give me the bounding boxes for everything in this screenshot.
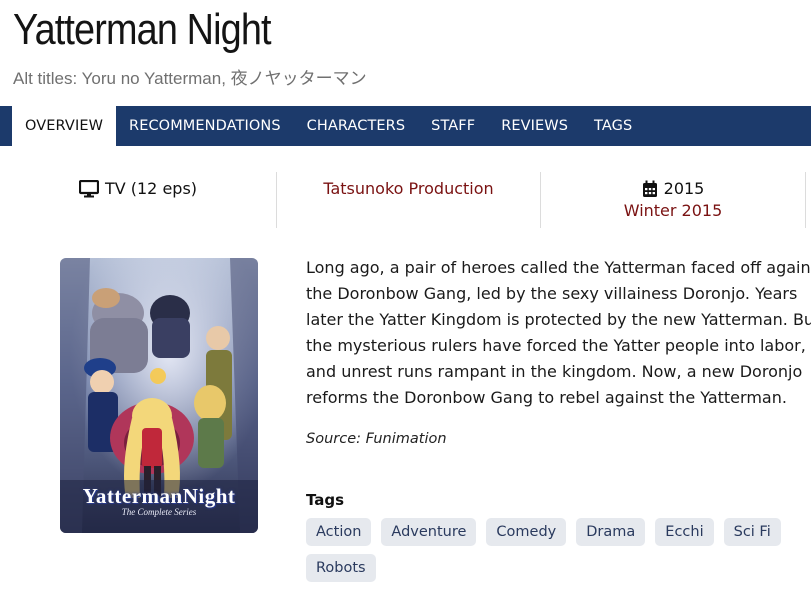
- divider: [805, 172, 806, 228]
- studio-cell: Tatsunoko Production: [277, 172, 540, 228]
- synopsis-line: the Doronbow Gang, led by the sexy villa…: [306, 284, 798, 303]
- tab-reviews[interactable]: REVIEWS: [488, 106, 581, 146]
- format-text: TV (12 eps): [104, 179, 198, 198]
- calendar-icon: [642, 180, 658, 198]
- date-cell: 2015 Winter 2015: [541, 172, 805, 228]
- tab-staff[interactable]: STAFF: [418, 106, 488, 146]
- season-link[interactable]: Winter 2015: [624, 200, 723, 222]
- tag-action[interactable]: Action: [306, 518, 372, 546]
- tag-robots[interactable]: Robots: [306, 554, 376, 582]
- synopsis-source: Source: Funimation: [306, 431, 447, 447]
- tag-ecchi[interactable]: Ecchi: [655, 518, 714, 546]
- synopsis-line: reforms the Doronbow Gang to rebel again…: [306, 388, 787, 407]
- tag-drama[interactable]: Drama: [576, 518, 646, 546]
- alt-titles: Alt titles: Yoru no Yatterman, 夜ノヤッターマン: [13, 69, 367, 88]
- tab-tags[interactable]: TAGS: [581, 106, 645, 146]
- cover-image: YattermanNight The Complete Series: [60, 258, 258, 533]
- info-row: TV (12 eps) Tatsunoko Production 2015 Wi…: [0, 172, 811, 228]
- tag-comedy[interactable]: Comedy: [486, 518, 567, 546]
- year-text: 2015: [663, 179, 705, 198]
- page-title: Yatterman Night: [13, 5, 272, 54]
- tag-sci-fi[interactable]: Sci Fi: [723, 518, 781, 546]
- synopsis-line: and unrest runs rampant in the kingdom. …: [306, 362, 803, 381]
- synopsis-line: later the Yatter Kingdom is protected by…: [306, 310, 811, 329]
- tab-overview[interactable]: OVERVIEW: [12, 106, 117, 146]
- poster-logo: YattermanNight The Complete Series: [82, 484, 236, 517]
- tab-characters[interactable]: CHARACTERS: [294, 106, 419, 146]
- synopsis-line: Long ago, a pair of heroes called the Ya…: [306, 258, 811, 277]
- tab-recommendations[interactable]: RECOMMENDATIONS: [116, 106, 294, 146]
- tags-heading: Tags: [306, 491, 345, 509]
- tab-bar: OVERVIEW RECOMMENDATIONS CHARACTERS STAF…: [0, 106, 811, 146]
- tv-icon: [78, 180, 99, 198]
- synopsis-line: the mysterious rulers have forced the Ya…: [306, 336, 806, 355]
- tag-adventure[interactable]: Adventure: [381, 518, 477, 546]
- synopsis: Long ago, a pair of heroes called the Ya…: [306, 255, 811, 411]
- studio-link[interactable]: Tatsunoko Production: [323, 178, 493, 200]
- format-cell: TV (12 eps): [0, 172, 276, 228]
- tag-list: Action Adventure Comedy Drama Ecchi Sci …: [306, 518, 786, 582]
